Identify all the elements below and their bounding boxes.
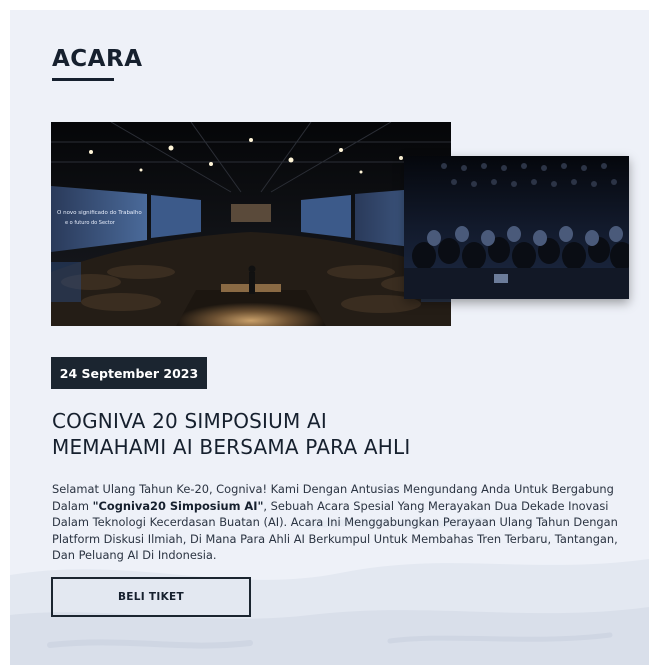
title-underline — [52, 78, 114, 81]
conference-hall-photo: O novo significado do Trabalho e o futur… — [51, 122, 451, 326]
event-description: Selamat Ulang Tahun Ke-20, Cogniva! Kami… — [52, 481, 627, 564]
audience-photo — [404, 156, 629, 299]
buy-ticket-button[interactable]: BELI TIKET — [51, 577, 251, 617]
event-date-badge: 24 September 2023 — [51, 357, 207, 389]
screen-text: O novo significado do Trabalho — [57, 210, 142, 216]
section-title: ACARA — [52, 46, 143, 72]
event-card: ACARA O novo significado do Trabalho e o… — [10, 10, 649, 665]
description-event-name: "Cogniva20 Simposium AI" — [92, 498, 264, 513]
event-title-line2: MEMAHAMI AI BERSAMA PARA AHLI — [52, 435, 411, 459]
event-title-line1: COGNIVA 20 SIMPOSIUM AI — [52, 409, 327, 433]
event-title: COGNIVA 20 SIMPOSIUM AI MEMAHAMI AI BERS… — [52, 408, 612, 460]
screen-subtext: e o futuro do Sector — [65, 220, 116, 226]
